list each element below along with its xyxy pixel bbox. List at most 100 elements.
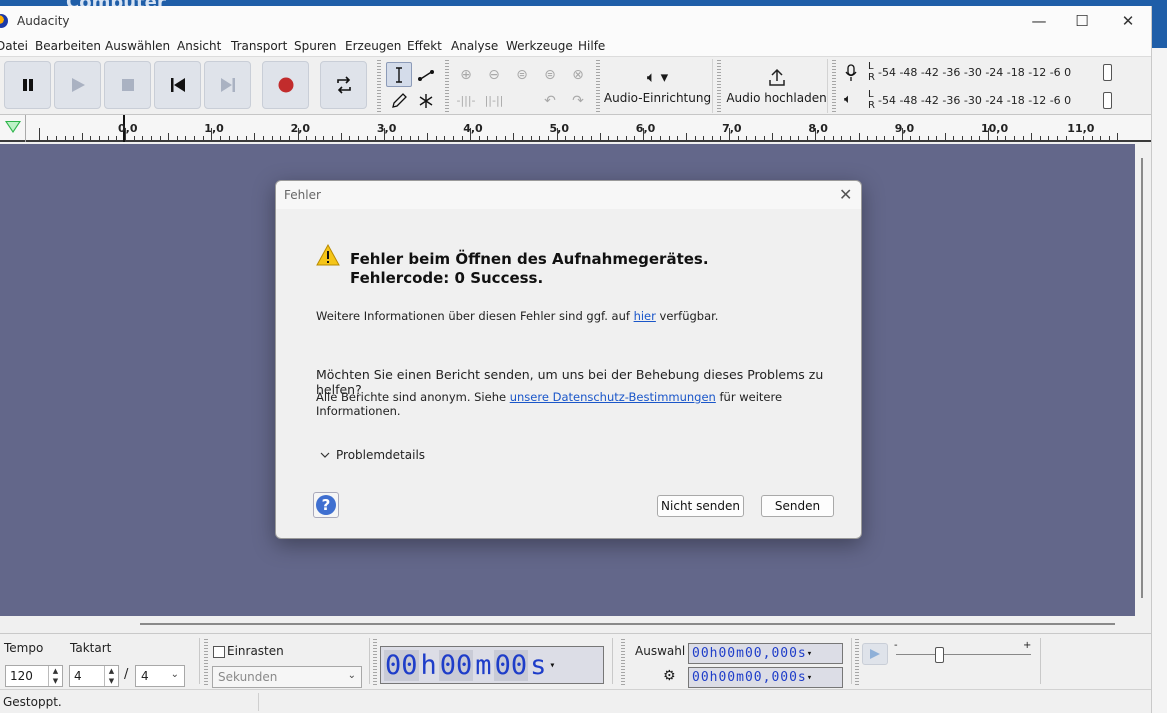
zoom-out-button[interactable]: ⊖ — [481, 62, 507, 87]
draw-tool-button[interactable] — [386, 88, 412, 113]
timeline-ruler[interactable]: 0,0 1,0 2,0 3,0 4,0 5,0 6,0 7,0 8,0 9,0 10,0 11,0 — [0, 115, 1151, 142]
toolbar-grip[interactable] — [445, 60, 449, 112]
record-meter-knob[interactable] — [1103, 64, 1112, 81]
undo-button[interactable]: ↶ — [537, 88, 563, 113]
toolbar-grip[interactable] — [717, 60, 721, 112]
menu-werkzeuge[interactable]: Werkzeuge — [506, 39, 573, 53]
trim-button[interactable]: -|||- — [453, 88, 479, 113]
audio-upload-button[interactable]: Audio hochladen — [726, 59, 828, 113]
envelope-tool-button[interactable] — [413, 62, 439, 87]
fit-selection-button[interactable]: ⊜ — [509, 62, 535, 87]
ruler-label: 4,0 — [463, 122, 483, 135]
menu-auswaehlen[interactable]: Auswählen — [105, 39, 170, 53]
menu-analyse[interactable]: Analyse — [451, 39, 498, 53]
ruler-tick — [185, 136, 187, 140]
info-link[interactable]: hier — [634, 309, 656, 323]
vertical-scrollbar[interactable] — [1135, 144, 1151, 616]
time-format-dropdown-icon[interactable]: ▾ — [549, 660, 555, 671]
toolbar-grip[interactable] — [596, 60, 600, 112]
toolbar-grip[interactable] — [832, 60, 836, 112]
ruler-tick — [893, 136, 895, 140]
toolbar-grip[interactable] — [204, 639, 208, 685]
toolbar-grip[interactable] — [377, 60, 381, 112]
menu-spuren[interactable]: Spuren — [294, 39, 337, 53]
ruler-tick — [427, 133, 429, 140]
play-button[interactable] — [54, 61, 101, 109]
speed-slider-track[interactable] — [896, 654, 1031, 655]
send-button[interactable]: Senden — [761, 495, 834, 517]
snap-unit-select[interactable]: Sekunden ⌄ — [212, 666, 362, 688]
dialog-title-bar: Fehler ✕ — [276, 181, 861, 209]
menu-effekt[interactable]: Effekt — [407, 39, 442, 53]
time-display[interactable]: 00 h 00 m 00 s ▾ — [380, 646, 604, 684]
stop-icon — [121, 79, 134, 91]
selection-end-time[interactable]: 00h00m00,000s ▾ — [688, 667, 843, 688]
zoom-toggle-button[interactable]: ⊗ — [565, 62, 591, 87]
loop-button[interactable] — [320, 61, 367, 109]
ruler-tick — [720, 136, 722, 140]
toolbar-grip[interactable] — [373, 639, 377, 685]
ruler-tick — [487, 136, 489, 140]
close-window-button[interactable]: ✕ — [1105, 6, 1151, 36]
silence-button[interactable]: ||-|| — [481, 88, 507, 113]
audio-setup-button[interactable]: 🔈︎ ▾ Audio-Einrichtung — [603, 59, 713, 113]
minimize-button[interactable]: — — [1016, 6, 1062, 36]
dropdown-icon[interactable]: ▾ — [807, 649, 813, 659]
redo-button[interactable]: ↷ — [565, 88, 591, 113]
speed-slider-thumb[interactable] — [935, 647, 944, 663]
problem-details-toggle[interactable]: Problemdetails — [320, 448, 425, 462]
pause-button[interactable] — [4, 61, 51, 109]
ruler-tick — [729, 128, 731, 140]
fit-project-button[interactable]: ⊜ — [537, 62, 563, 87]
ruler-tick — [824, 136, 826, 140]
window-title: Audacity — [17, 14, 70, 28]
snap-checkbox[interactable] — [213, 646, 225, 658]
close-icon[interactable]: ✕ — [839, 185, 852, 204]
ruler-tick — [884, 136, 886, 140]
ruler-tick — [263, 136, 265, 140]
menu-transport[interactable]: Transport — [231, 39, 287, 53]
time-signature-denominator[interactable]: 4 ⌄ — [135, 665, 185, 687]
selection-start-time[interactable]: 00h00m00,000s ▾ — [688, 643, 843, 664]
menu-hilfe[interactable]: Hilfe — [578, 39, 605, 53]
privacy-link[interactable]: unsere Datenschutz-Bestimmungen — [510, 390, 716, 404]
gear-icon[interactable]: ⚙ — [663, 668, 676, 684]
ruler-tick — [435, 136, 437, 140]
toolbar-grip[interactable] — [855, 639, 859, 685]
ruler-tick — [168, 133, 170, 140]
time-signature-numerator[interactable]: 4 ▲ ▼ — [69, 665, 119, 687]
ruler-tick — [418, 136, 420, 140]
help-button[interactable]: ? — [313, 492, 339, 518]
menu-erzeugen[interactable]: Erzeugen — [345, 39, 401, 53]
skip-start-button[interactable] — [154, 61, 201, 109]
maximize-button[interactable]: ☐ — [1059, 6, 1105, 36]
tempo-input[interactable]: 120 ▲ ▼ — [5, 665, 63, 687]
record-meter[interactable]: LR -54 -48 -42 -36 -30 -24 -18 -12 -6 0 — [838, 60, 1123, 86]
dropdown-icon[interactable]: ▾ — [807, 673, 813, 683]
toolbar-grip[interactable] — [621, 639, 625, 685]
menu-ansicht[interactable]: Ansicht — [177, 39, 221, 53]
playback-meter-knob[interactable] — [1103, 92, 1112, 109]
skip-end-button[interactable] — [204, 61, 251, 109]
playback-meter[interactable]: 🔈︎ LR -54 -48 -42 -36 -30 -24 -18 -12 -6… — [838, 88, 1123, 114]
multi-tool-button[interactable] — [413, 88, 439, 113]
tempo-stepper-icon[interactable]: ▲ ▼ — [48, 666, 62, 686]
ruler-label: 3,0 — [376, 122, 397, 135]
undo-icon: ↶ — [544, 92, 556, 109]
dont-send-button[interactable]: Nicht senden — [657, 495, 744, 517]
ruler-tick — [530, 136, 532, 140]
zoom-in-button[interactable]: ⊕ — [453, 62, 479, 87]
play-at-speed-button[interactable] — [862, 643, 888, 665]
record-button[interactable] — [262, 61, 309, 109]
ruler-tick — [64, 136, 66, 140]
stop-button[interactable] — [104, 61, 151, 109]
chevron-down-icon: ⌄ — [170, 669, 179, 680]
microphone-icon — [844, 64, 858, 85]
numerator-stepper-icon[interactable]: ▲ ▼ — [104, 666, 118, 686]
selection-tool-button[interactable] — [386, 62, 412, 87]
horizontal-scrollbar[interactable] — [0, 616, 1151, 633]
menu-bearbeiten[interactable]: Bearbeiten — [35, 39, 101, 53]
ruler-tick — [1057, 136, 1059, 140]
ruler-tick — [642, 128, 644, 140]
menu-datei[interactable]: Datei — [0, 39, 28, 53]
